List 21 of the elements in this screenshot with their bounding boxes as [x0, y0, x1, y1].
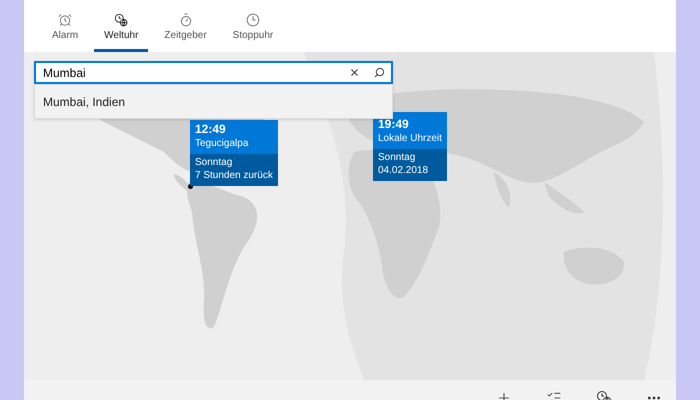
clock-day: Sonntag — [195, 156, 273, 169]
tab[interactable]: Zeitgeber — [154, 3, 217, 52]
search-field[interactable]: Mumbai — [43, 64, 349, 82]
tab[interactable]: Stoppuhr — [222, 3, 284, 52]
clock-info: 7 Stunden zurück — [195, 169, 273, 182]
tab[interactable]: Alarm — [42, 3, 88, 52]
clock-globe-icon — [114, 13, 128, 27]
clock-info: 04.02.2018 — [378, 164, 430, 177]
clock-time: 19:49 — [378, 116, 410, 132]
clock-place: Lokale Uhrzeit — [378, 132, 442, 146]
clock-place: Tegucigalpa — [195, 137, 250, 151]
search-bar[interactable]: Mumbai — [34, 61, 393, 84]
clear-icon[interactable] — [349, 67, 360, 78]
search-icon[interactable] — [374, 67, 385, 78]
clock-time: 12:49 — [195, 121, 227, 137]
timer-icon — [178, 13, 193, 27]
suggestion-item[interactable]: Mumbai, Indien — [34, 84, 393, 119]
clock-day: Sonntag — [378, 151, 442, 164]
stopwatch-icon — [246, 13, 260, 27]
location-pin — [188, 184, 193, 189]
alarm-clock-icon — [58, 13, 72, 27]
